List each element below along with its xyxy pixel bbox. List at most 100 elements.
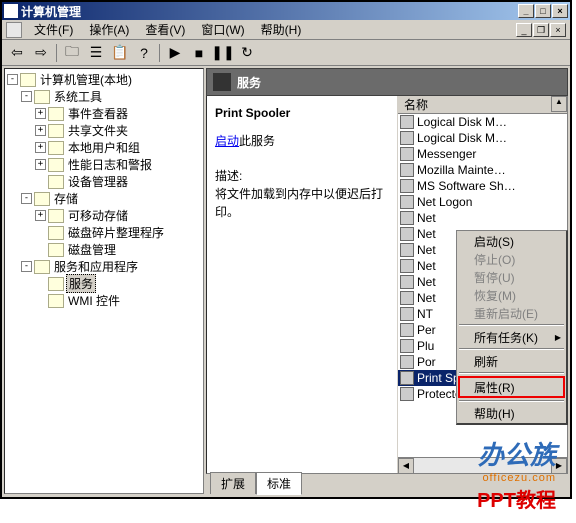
pause-svc-button[interactable]: ❚❚ [212, 42, 234, 64]
tree-toggle[interactable]: - [21, 261, 32, 272]
ctx-属性r[interactable]: 属性(R) [458, 376, 565, 398]
system-menu-icon[interactable] [6, 22, 22, 38]
app-icon [4, 4, 18, 18]
service-name-cell: Plu [417, 339, 434, 353]
ctx-启动s[interactable]: 启动(S) [458, 232, 565, 250]
tree-label: WMI 控件 [66, 292, 122, 309]
tree-toggle[interactable]: + [35, 159, 46, 170]
service-name-cell: NT [417, 307, 433, 321]
main-window: 计算机管理 _ □ × 文件(F) 操作(A) 查看(V) 窗口(W) 帮助(H… [0, 0, 572, 499]
service-row[interactable]: Net [398, 210, 567, 226]
menu-help[interactable]: 帮助(H) [253, 19, 310, 40]
computer-icon [20, 73, 36, 87]
service-icon [400, 323, 414, 337]
services-header: 服务 [206, 68, 568, 96]
tree-node[interactable]: 设备管理器 [7, 173, 201, 190]
tree-label: 系统工具 [52, 88, 104, 105]
tree-toggle[interactable]: - [7, 74, 18, 85]
menu-file[interactable]: 文件(F) [26, 19, 81, 40]
tree-node[interactable]: 磁盘管理 [7, 241, 201, 258]
tree-node[interactable]: +共享文件夹 [7, 122, 201, 139]
tree-node[interactable]: -服务和应用程序 [7, 258, 201, 275]
menu-view[interactable]: 查看(V) [137, 19, 193, 40]
tree-label: 本地用户和组 [66, 139, 142, 156]
diskmgmt-icon [48, 243, 64, 257]
defrag-icon [48, 226, 64, 240]
back-button[interactable]: ⇦ [6, 42, 28, 64]
scroll-up-button[interactable]: ▲ [551, 96, 567, 112]
stop-svc-button[interactable]: ■ [188, 42, 210, 64]
service-icon [400, 387, 414, 401]
tree-node[interactable]: WMI 控件 [7, 292, 201, 309]
tree-node[interactable]: +事件查看器 [7, 105, 201, 122]
restart-svc-button[interactable]: ↻ [236, 42, 258, 64]
up-button[interactable]: 🗀 [61, 42, 83, 64]
tree-node[interactable]: 磁盘碎片整理程序 [7, 224, 201, 241]
tree-pane[interactable]: -计算机管理(本地)-系统工具+事件查看器+共享文件夹+本地用户和组+性能日志和… [4, 68, 204, 494]
export-button[interactable]: 📋 [109, 42, 131, 64]
scroll-right-button[interactable]: ▶ [551, 458, 567, 474]
tree-toggle[interactable]: - [21, 91, 32, 102]
tree-toggle[interactable]: + [35, 108, 46, 119]
ctx-所有任务k[interactable]: 所有任务(K) [458, 328, 565, 346]
mdi-restore-button[interactable]: ❐ [533, 23, 549, 37]
tab-extended[interactable]: 扩展 [210, 472, 256, 494]
menu-window[interactable]: 窗口(W) [193, 19, 252, 40]
service-icon [400, 179, 414, 193]
help-button[interactable]: ? [133, 42, 155, 64]
list-header[interactable]: 名称 △ ▲ [398, 96, 567, 114]
service-name-cell: Messenger [417, 147, 476, 161]
col-name: 名称 [404, 96, 543, 113]
service-name-cell: Net [417, 291, 436, 305]
properties-button[interactable]: ☰ [85, 42, 107, 64]
service-name-cell: Net [417, 275, 436, 289]
service-icon [400, 355, 414, 369]
start-service-link[interactable]: 启动 [215, 134, 239, 148]
tree-node[interactable]: -计算机管理(本地) [7, 71, 201, 88]
tree-label: 磁盘管理 [66, 241, 118, 258]
service-row[interactable]: Messenger [398, 146, 567, 162]
tab-standard[interactable]: 标准 [256, 472, 302, 495]
tree-node[interactable]: + 本地用户和组 [7, 139, 201, 156]
service-name-cell: Logical Disk M… [417, 131, 507, 145]
service-row[interactable]: MS Software Sh… [398, 178, 567, 194]
service-icon [400, 211, 414, 225]
service-name-cell: Per [417, 323, 436, 337]
tree-node[interactable]: - 系统工具 [7, 88, 201, 105]
tree-toggle[interactable]: + [35, 125, 46, 136]
tree-label: 设备管理器 [66, 173, 130, 190]
mdi-close-button[interactable]: × [550, 23, 566, 37]
ctx-重新启动e: 重新启动(E) [458, 304, 565, 322]
maximize-button[interactable]: □ [535, 4, 551, 18]
mdi-minimize-button[interactable]: _ [516, 23, 532, 37]
tools-icon [34, 90, 50, 104]
device-icon [48, 175, 64, 189]
tree-node[interactable]: +性能日志和警报 [7, 156, 201, 173]
toolbar: ⇦ ⇨ 🗀 ☰ 📋 ? ▶ ■ ❚❚ ↻ [2, 40, 570, 66]
apps-icon [34, 260, 50, 274]
context-menu: 启动(S)停止(O)暂停(U)恢复(M)重新启动(E)所有任务(K)刷新属性(R… [456, 230, 568, 425]
menu-action[interactable]: 操作(A) [81, 19, 137, 40]
tree-node[interactable]: +可移动存储 [7, 207, 201, 224]
tree-toggle[interactable]: + [35, 142, 46, 153]
tree-node[interactable]: 服务 [7, 275, 201, 292]
tree-toggle[interactable]: - [21, 193, 32, 204]
service-row[interactable]: Net Logon [398, 194, 567, 210]
close-button[interactable]: × [552, 4, 568, 18]
scroll-left-button[interactable]: ◀ [398, 458, 414, 474]
services-header-title: 服务 [237, 74, 261, 91]
hscrollbar[interactable]: ◀ ▶ [398, 457, 567, 473]
tree-node[interactable]: -存储 [7, 190, 201, 207]
desc-label: 描述: [215, 167, 389, 185]
ctx-帮助h[interactable]: 帮助(H) [458, 404, 565, 422]
service-row[interactable]: Logical Disk M… [398, 114, 567, 130]
minimize-button[interactable]: _ [518, 4, 534, 18]
service-row[interactable]: Logical Disk M… [398, 130, 567, 146]
ctx-刷新[interactable]: 刷新 [458, 352, 565, 370]
removable-icon [48, 209, 64, 223]
forward-button[interactable]: ⇨ [30, 42, 52, 64]
service-row[interactable]: Mozilla Mainte… [398, 162, 567, 178]
tree-toggle[interactable]: + [35, 210, 46, 221]
service-icon [400, 339, 414, 353]
start-svc-button[interactable]: ▶ [164, 42, 186, 64]
